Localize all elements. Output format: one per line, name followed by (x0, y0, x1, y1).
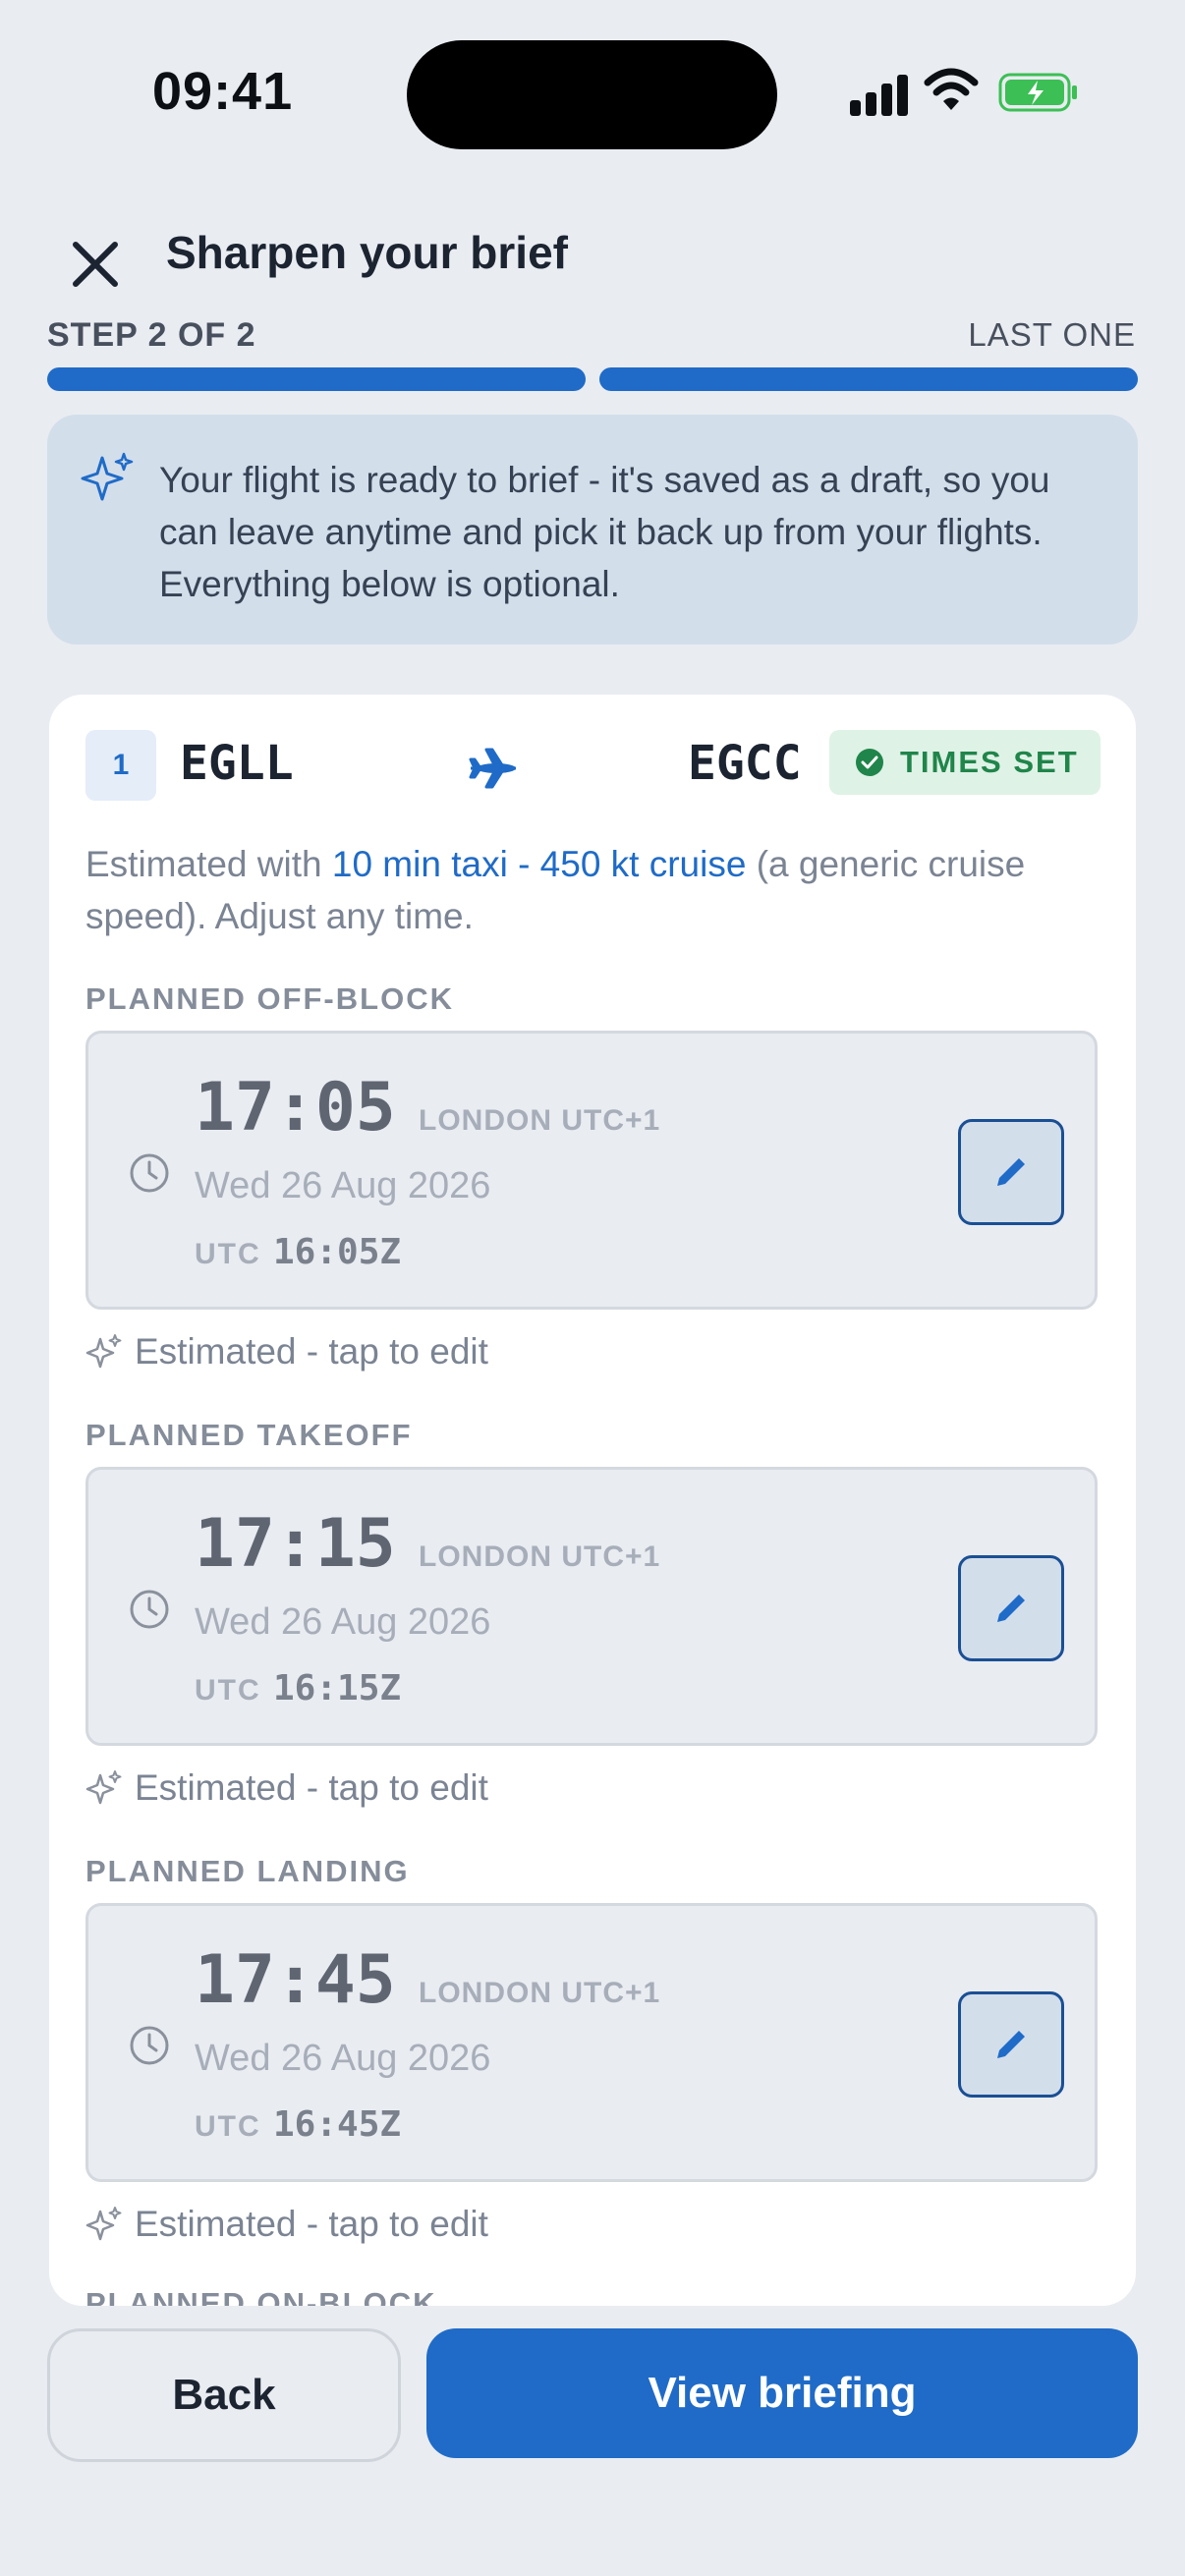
page-title: Sharpen your brief (166, 227, 568, 278)
wifi-icon (924, 68, 979, 110)
timezone-label: LONDON UTC+1 (419, 1540, 661, 1573)
clock-icon (130, 1153, 169, 1193)
info-banner: Your flight is ready to brief - it's sav… (47, 415, 1138, 644)
progress-segment-2 (599, 367, 1138, 391)
airplane-icon (469, 748, 516, 789)
leg-number-badge: 1 (85, 730, 156, 801)
step-indicator: STEP 2 OF 2 (47, 316, 256, 354)
estimate-note-text: Estimated - tap to edit (135, 2204, 488, 2244)
edit-off-block-button[interactable] (958, 1119, 1064, 1225)
cellular-signal-icon (850, 69, 909, 116)
local-time: 17:15 (195, 1505, 396, 1583)
clock-icon (130, 2026, 169, 2065)
utc-label: UTC (195, 1238, 261, 1270)
times-set-badge: TIMES SET (829, 730, 1100, 795)
edit-landing-button[interactable] (958, 1991, 1064, 2098)
status-bar: 09:41 (0, 0, 1185, 192)
date-text: Wed 26 Aug 2026 (195, 2038, 491, 2079)
header: Sharpen your brief (0, 216, 1185, 295)
check-circle-icon (856, 749, 883, 776)
edit-takeoff-button[interactable] (958, 1555, 1064, 1661)
sparkle-icon (85, 1770, 122, 1805)
local-time: 17:45 (195, 1941, 396, 2019)
pencil-icon (997, 2031, 1025, 2058)
date-text: Wed 26 Aug 2026 (195, 1601, 491, 1643)
landing-time-field[interactable]: 17:45 LONDON UTC+1 Wed 26 Aug 2026 UTC 1… (85, 1903, 1098, 2182)
off-block-estimate-note[interactable]: Estimated - tap to edit (85, 1327, 488, 1376)
pencil-icon (997, 1595, 1025, 1622)
sparkle-icon (85, 1334, 122, 1369)
estimate-assumptions-link[interactable]: 10 min taxi - 450 kt cruise (332, 844, 747, 884)
back-button[interactable]: Back (47, 2328, 401, 2462)
battery-charging-icon (998, 73, 1077, 112)
estimate-note-text: Estimated - tap to edit (135, 1767, 488, 1808)
estimate-prefix: Estimated with (85, 844, 332, 884)
clock-icon (130, 1590, 169, 1629)
estimate-note-text: Estimated - tap to edit (135, 1331, 488, 1372)
estimate-description: Estimated with 10 min taxi - 450 kt crui… (85, 838, 1107, 942)
takeoff-estimate-note[interactable]: Estimated - tap to edit (85, 1764, 488, 1813)
flight-leg-card: 1 EGLL EGCC TIMES SET Estimated with 10 … (49, 695, 1136, 2306)
on-block-label: PLANNED ON-BLOCK (85, 2286, 437, 2306)
dynamic-island (407, 40, 777, 149)
utc-time: 16:45Z (273, 2104, 402, 2145)
departure-airport: EGLL (180, 736, 294, 791)
utc-label: UTC (195, 1674, 261, 1707)
bottom-action-bar: Back View briefing (0, 2306, 1185, 2576)
sparkle-icon (85, 2207, 122, 2241)
timezone-label: LONDON UTC+1 (419, 1104, 661, 1137)
close-icon[interactable] (61, 230, 130, 299)
local-time: 17:05 (195, 1069, 396, 1147)
timezone-label: LONDON UTC+1 (419, 1977, 661, 2009)
times-set-label: TIMES SET (900, 745, 1079, 779)
landing-estimate-note[interactable]: Estimated - tap to edit (85, 2200, 488, 2249)
progress-segment-1 (47, 367, 586, 391)
status-time: 09:41 (152, 62, 294, 121)
off-block-label: PLANNED OFF-BLOCK (85, 981, 454, 1016)
sparkle-icon (81, 452, 134, 501)
takeoff-time-field[interactable]: 17:15 LONDON UTC+1 Wed 26 Aug 2026 UTC 1… (85, 1467, 1098, 1746)
utc-label: UTC (195, 2110, 261, 2143)
pencil-icon (997, 1158, 1025, 1186)
utc-time: 16:15Z (273, 1668, 402, 1708)
date-text: Wed 26 Aug 2026 (195, 1165, 491, 1206)
step-remaining-label: LAST ONE (968, 316, 1136, 353)
takeoff-label: PLANNED TAKEOFF (85, 1418, 413, 1452)
landing-label: PLANNED LANDING (85, 1854, 410, 1888)
banner-text: Your flight is ready to brief - it's sav… (159, 460, 1050, 604)
off-block-time-field[interactable]: 17:05 LONDON UTC+1 Wed 26 Aug 2026 UTC 1… (85, 1031, 1098, 1310)
view-briefing-button[interactable]: View briefing (426, 2328, 1138, 2458)
arrival-airport: EGCC (688, 736, 802, 791)
utc-time: 16:05Z (273, 1232, 402, 1272)
